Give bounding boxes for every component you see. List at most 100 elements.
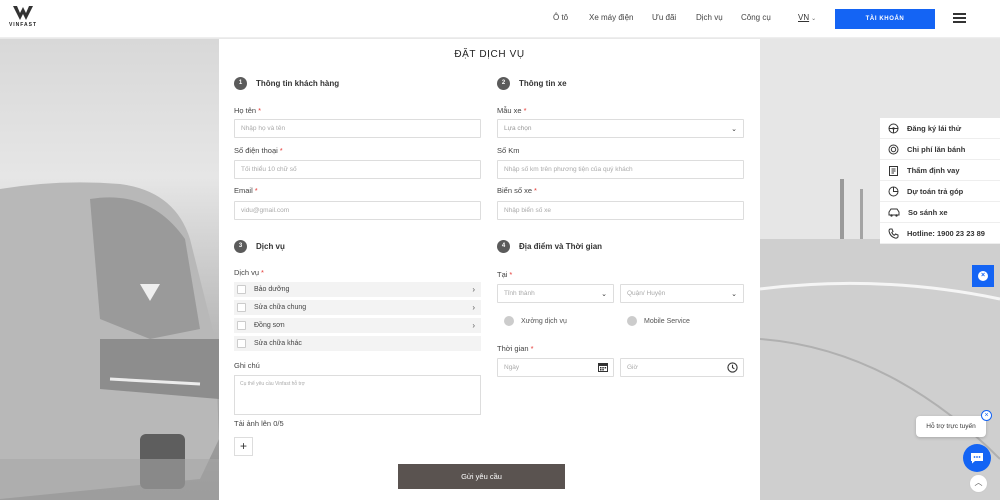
car-illustration-icon — [0, 182, 219, 500]
nav-item-dich-vu[interactable]: Dịch vụ — [696, 13, 723, 22]
step-number: 2 — [497, 77, 510, 90]
model-label: Mẫu xe * — [497, 106, 527, 115]
submit-button[interactable]: Gửi yêu cầu — [398, 464, 565, 489]
district-select-value: Quận/ Huyện — [627, 290, 666, 297]
note-label: Ghi chú — [234, 361, 260, 370]
menu-icon[interactable] — [953, 13, 966, 23]
checkbox[interactable] — [237, 285, 246, 294]
radio-button[interactable] — [504, 316, 514, 326]
language-selector[interactable]: VN ⌄ — [798, 13, 816, 22]
quick-link-label: So sánh xe — [908, 207, 948, 217]
section-service-heading: 3 Dịch vụ — [234, 240, 285, 253]
vinfast-logo[interactable]: VINFAST — [8, 5, 38, 35]
calculator-icon — [888, 186, 899, 196]
clock-icon — [727, 362, 738, 373]
email-field[interactable]: vidu@gmail.com — [234, 201, 481, 220]
collapse-quick-links-button[interactable]: × — [972, 265, 994, 287]
plate-label: Biển số xe * — [497, 186, 537, 195]
language-label: VN — [798, 13, 810, 22]
close-icon: × — [978, 271, 988, 281]
service-label: Dịch vụ * — [234, 268, 264, 277]
step-number: 4 — [497, 240, 510, 253]
close-icon[interactable]: × — [981, 410, 992, 421]
section-customer-heading: 1 Thông tin khách hàng — [234, 77, 339, 90]
checkbox[interactable] — [237, 339, 246, 348]
chevron-down-icon: ⌄ — [601, 291, 607, 298]
name-label: Họ tên * — [234, 106, 262, 115]
service-option-bao-duong[interactable]: Bảo dưỡng › — [234, 282, 481, 297]
checkbox[interactable] — [237, 321, 246, 330]
quick-link-rolling-cost[interactable]: Chi phí lăn bánh — [880, 139, 1000, 160]
scroll-to-top-button[interactable]: ︿ — [969, 474, 988, 493]
upload-label: Tải ảnh lên 0/5 — [234, 419, 284, 428]
booking-form: ĐẶT DỊCH VỤ 1 Thông tin khách hàng Họ tê… — [219, 39, 760, 500]
top-header: VINFAST Ô tô Xe máy điện Ưu đãi Dịch vụ … — [0, 0, 1000, 38]
name-field[interactable]: Nhập họ và tên — [234, 119, 481, 138]
quick-link-installment[interactable]: Dự toán trả góp — [880, 181, 1000, 202]
chevron-down-icon: ⌄ — [731, 126, 737, 133]
province-select[interactable]: Tỉnh thành ⌄ — [497, 284, 614, 303]
quick-link-label: Thẩm định vay — [907, 165, 960, 175]
chevron-right-icon: › — [472, 285, 475, 294]
calendar-icon — [598, 363, 608, 372]
clipboard-icon — [889, 165, 898, 176]
quick-link-label: Hotline: 1900 23 23 89 — [907, 228, 985, 238]
section-title: Dịch vụ — [256, 242, 285, 251]
background-car-image — [0, 39, 219, 500]
province-select-value: Tỉnh thành — [504, 290, 535, 297]
note-textarea[interactable]: Cụ thể yêu cầu Vinfast hỗ trợ — [234, 375, 481, 415]
chat-bubble[interactable]: Hỗ trợ trực tuyến — [916, 416, 986, 437]
nav-item-cong-cu[interactable]: Công cụ — [741, 13, 771, 22]
time-field[interactable]: Giờ — [620, 358, 744, 377]
coins-icon — [888, 144, 899, 154]
radio-mobile-service[interactable]: Mobile Service — [627, 316, 690, 326]
model-select-value: Lựa chọn — [504, 125, 532, 132]
phone-icon — [888, 228, 899, 239]
service-option-dong-son[interactable]: Đồng sơn › — [234, 318, 481, 333]
step-number: 3 — [234, 240, 247, 253]
nav-item-oto[interactable]: Ô tô — [553, 13, 568, 22]
quick-link-test-drive[interactable]: Đăng ký lái thử — [880, 118, 1000, 139]
email-label: Email * — [234, 186, 258, 195]
add-photo-button[interactable]: + — [234, 437, 253, 456]
quick-link-loan-appraisal[interactable]: Thẩm định vay — [880, 160, 1000, 181]
model-select[interactable]: Lựa chọn ⌄ — [497, 119, 744, 138]
km-field[interactable]: Nhập số km trên phương tiện của quý khác… — [497, 160, 744, 179]
service-option-label: Đồng sơn — [254, 322, 285, 329]
chevron-right-icon: › — [472, 321, 475, 330]
date-placeholder: Ngày — [504, 364, 520, 371]
phone-field[interactable]: Tối thiểu 10 chữ số — [234, 160, 481, 179]
radio-workshop[interactable]: Xưởng dịch vụ — [504, 316, 567, 326]
quick-link-label: Dự toán trả góp — [907, 186, 964, 196]
steering-wheel-icon — [888, 123, 899, 133]
radio-button[interactable] — [627, 316, 637, 326]
quick-links-panel: Đăng ký lái thử Chi phí lăn bánh Thẩm đị… — [880, 118, 1000, 244]
page-title: ĐẶT DỊCH VỤ — [454, 49, 525, 60]
section-title: Địa điểm và Thời gian — [519, 242, 603, 251]
nav-item-xe-may-dien[interactable]: Xe máy điện — [589, 13, 633, 22]
plate-field[interactable]: Nhập biển số xe — [497, 201, 744, 220]
km-label: Số Km — [497, 146, 520, 155]
chat-button[interactable] — [963, 444, 991, 472]
section-title: Thông tin xe — [519, 79, 567, 88]
chevron-right-icon: › — [472, 303, 475, 312]
date-field[interactable]: Ngày — [497, 358, 614, 377]
quick-link-hotline[interactable]: Hotline: 1900 23 23 89 — [880, 223, 1000, 244]
chevron-down-icon: ⌄ — [811, 16, 817, 22]
checkbox[interactable] — [237, 303, 246, 312]
phone-label: Số điện thoại * — [234, 146, 283, 155]
quick-link-label: Đăng ký lái thử — [907, 123, 962, 133]
nav-item-uu-dai[interactable]: Ưu đãi — [652, 13, 676, 22]
logo-text: VINFAST — [8, 22, 38, 28]
chevron-down-icon: ⌄ — [731, 291, 737, 298]
account-button[interactable]: TÀI KHOẢN — [835, 9, 935, 29]
district-select[interactable]: Quận/ Huyện ⌄ — [620, 284, 744, 303]
service-option-sua-chua-chung[interactable]: Sửa chữa chung › — [234, 300, 481, 315]
service-option-label: Sửa chữa khác — [254, 340, 302, 347]
chat-icon — [971, 453, 983, 464]
service-option-sua-chua-khac[interactable]: Sửa chữa khác — [234, 336, 481, 351]
quick-link-compare[interactable]: So sánh xe — [880, 202, 1000, 223]
quick-link-label: Chi phí lăn bánh — [907, 144, 966, 154]
radio-label: Mobile Service — [644, 317, 690, 325]
time-label: Thời gian * — [497, 344, 534, 353]
